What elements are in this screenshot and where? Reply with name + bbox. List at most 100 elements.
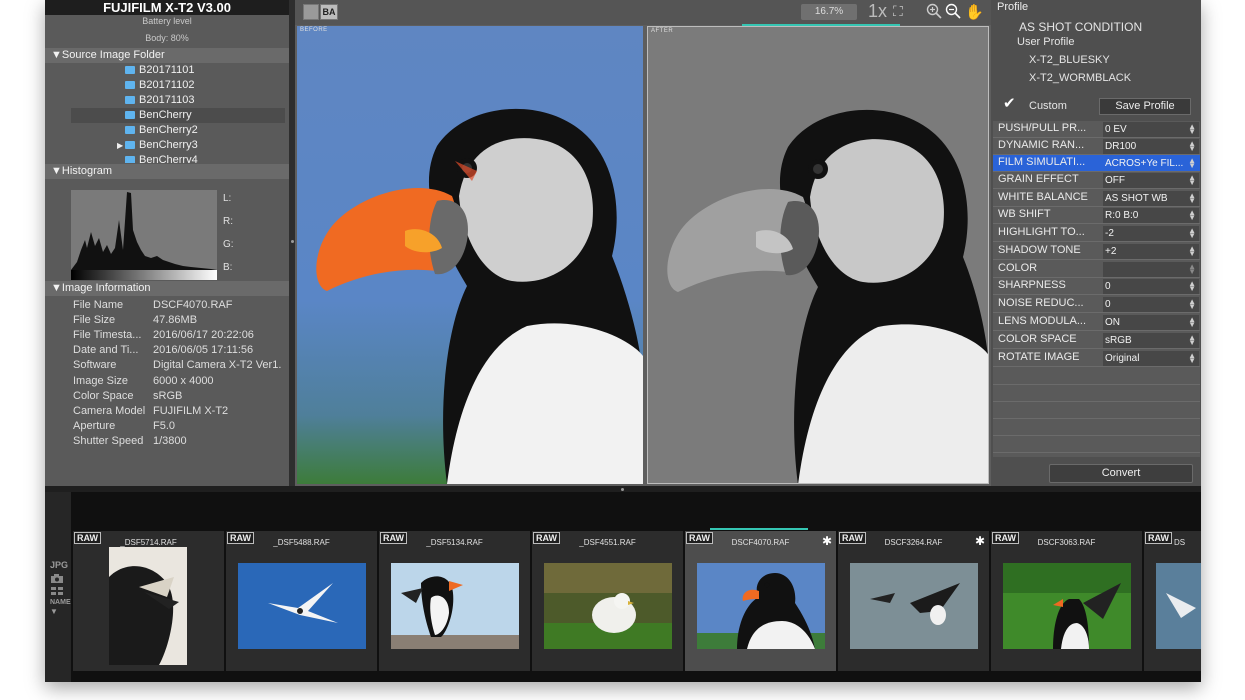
histogram-header[interactable]: ▼Histogram	[45, 164, 289, 179]
as-shot-condition[interactable]: AS SHOT CONDITION	[1019, 20, 1142, 34]
param-white-balance[interactable]: WHITE BALANCE AS SHOT WB ▲ ▼	[993, 190, 1200, 207]
info-row: File Name DSCF4070.RAF	[73, 299, 233, 311]
param-empty-row	[993, 385, 1200, 402]
param-empty-row	[993, 419, 1200, 436]
thumbnail[interactable]: RAW DSCF3264.RAF ✱	[838, 531, 989, 671]
param-shadow-tone[interactable]: SHADOW TONE +2 ▲ ▼	[993, 243, 1200, 260]
thumbnail-image	[544, 563, 672, 649]
stepper-arrows-icon: ▲ ▼	[1188, 279, 1196, 293]
folder-item[interactable]: B20171103	[125, 93, 194, 108]
thumbnail[interactable]: RAW _DSF5488.RAF	[226, 531, 377, 671]
param-push-pull[interactable]: PUSH/PULL PR... 0 EV ▲ ▼	[993, 121, 1200, 138]
param-noise-reduction[interactable]: NOISE REDUC... 0 ▲ ▼	[993, 296, 1200, 313]
thumbnail-selected[interactable]: RAW DSCF4070.RAF ✱	[685, 528, 836, 671]
profile-title: Profile	[997, 1, 1029, 13]
stepper-arrows-icon: ▲ ▼	[1188, 226, 1196, 240]
profile-item[interactable]: X-T2_BLUESKY	[1029, 54, 1110, 66]
info-row: File Timesta... 2016/06/17 20:22:06	[73, 329, 254, 341]
hand-tool-icon[interactable]: ✋	[965, 3, 984, 21]
after-label: AFTER	[651, 28, 674, 34]
expand-triangle-icon[interactable]: ▶	[117, 141, 123, 150]
thumbnail[interactable]: RAW _DSF5714.RAF	[73, 531, 224, 671]
info-row: Shutter Speed 1/3800	[73, 435, 187, 447]
folder-icon	[125, 156, 135, 163]
thumbnail-image	[109, 547, 187, 665]
stepper-arrows-icon: ▲ ▼	[1188, 333, 1196, 347]
fit-screen-icon[interactable]: ⛶	[893, 3, 903, 20]
edited-star-icon: ✱	[974, 534, 985, 548]
folder-icon	[125, 126, 135, 134]
folder-list: B20171101 B20171102 B20171103 BenCherry …	[45, 63, 289, 163]
battery-body: Body: 80%	[145, 33, 189, 43]
stepper-arrows-icon: ▲ ▼	[1188, 208, 1196, 222]
sort-by-name-label[interactable]: NAME	[50, 599, 71, 606]
zoom-in-icon[interactable]	[926, 3, 942, 22]
param-grain-effect[interactable]: GRAIN EFFECT OFF ▲ ▼	[993, 172, 1200, 189]
param-highlight-tone[interactable]: HIGHLIGHT TO... -2 ▲ ▼	[993, 225, 1200, 242]
thumbnail-filename: _DSF5488.RAF	[273, 538, 330, 547]
histogram-label-g: G:	[223, 239, 234, 250]
edited-star-icon: ✱	[821, 534, 832, 548]
thumbnail-filename: DSCF3063.RAF	[1037, 538, 1096, 547]
stepper-arrows-icon: ▲ ▼	[1188, 262, 1196, 276]
profile-item[interactable]: X-T2_WORMBLACK	[1029, 72, 1131, 84]
stepper-arrows-icon: ▲ ▼	[1188, 315, 1196, 329]
zoom-1x-button[interactable]: 1x	[868, 1, 887, 22]
folder-item-selected[interactable]: BenCherry	[125, 108, 192, 123]
grid-view-icon[interactable]	[50, 587, 64, 597]
before-after-button[interactable]: BA	[320, 4, 338, 20]
thumbnail-filename: DS	[1174, 538, 1186, 547]
after-image: AFTER	[647, 26, 989, 484]
folder-icon	[125, 111, 135, 119]
zoom-field[interactable]: 16.7%	[801, 4, 857, 20]
histogram-label-l: L:	[223, 193, 232, 204]
single-view-button[interactable]	[303, 4, 319, 20]
folder-item[interactable]: BenCherry3	[125, 138, 198, 153]
thumbnail[interactable]: RAW _DSF4551.RAF	[532, 531, 683, 671]
stepper-arrows-icon: ▲ ▼	[1188, 139, 1196, 153]
param-empty-row	[993, 402, 1200, 419]
param-sharpness[interactable]: SHARPNESS 0 ▲ ▼	[993, 278, 1200, 295]
jpg-filter-label[interactable]: JPG	[50, 560, 68, 570]
thumbnail-filename: _DSF5134.RAF	[426, 538, 483, 547]
param-rotate-image[interactable]: ROTATE IMAGE Original ▲ ▼	[993, 350, 1200, 367]
custom-profile[interactable]: Custom	[1029, 100, 1067, 112]
param-color-space[interactable]: COLOR SPACE sRGB ▲ ▼	[993, 332, 1200, 349]
info-row: File Size 47.86MB	[73, 314, 198, 326]
thumbnail-image	[1156, 563, 1201, 649]
image-info-header[interactable]: ▼Image Information	[45, 281, 289, 296]
param-wb-shift[interactable]: WB SHIFT R:0 B:0 ▲ ▼	[993, 207, 1200, 224]
thumbnail-filename: DSCF3264.RAF	[884, 538, 943, 547]
thumbnail-image	[238, 563, 366, 649]
param-film-simulation[interactable]: FILM SIMULATI... ACROS+Ye FIL... ▲ ▼	[993, 155, 1200, 172]
folder-item[interactable]: BenCherry4	[125, 153, 198, 163]
histogram-label-r: R:	[223, 216, 233, 227]
save-profile-button[interactable]: Save Profile	[1099, 98, 1191, 115]
sort-down-icon[interactable]: ▼	[50, 607, 58, 616]
folder-icon	[125, 81, 135, 89]
selected-thumbnail-indicator	[710, 528, 808, 530]
thumbnail[interactable]: RAW DSCF3063.RAF	[991, 531, 1142, 671]
source-folder-header[interactable]: ▼Source Image Folder	[45, 48, 289, 63]
stepper-arrows-icon: ▲ ▼	[1188, 297, 1196, 311]
stepper-arrows-icon: ▲ ▼	[1188, 122, 1196, 136]
camera-icon[interactable]	[50, 574, 64, 586]
thumbnail[interactable]: RAW _DSF5134.RAF	[379, 531, 530, 671]
param-empty-row	[993, 368, 1200, 385]
param-lens-modulation[interactable]: LENS MODULA... ON ▲ ▼	[993, 314, 1200, 331]
info-row: Camera Model FUJIFILM X-T2	[73, 405, 229, 417]
user-profile-label: User Profile	[1017, 36, 1075, 48]
histogram-graph	[71, 190, 217, 280]
stepper-arrows-icon: ▲ ▼	[1188, 351, 1196, 365]
zoom-out-icon[interactable]	[945, 3, 961, 22]
folder-item[interactable]: B20171101	[125, 63, 194, 78]
convert-button[interactable]: Convert	[1049, 464, 1193, 483]
splitter-handle[interactable]	[291, 240, 294, 243]
info-row: Image Size 6000 x 4000	[73, 375, 214, 387]
param-dynamic-range[interactable]: DYNAMIC RAN... DR100 ▲ ▼	[993, 138, 1200, 155]
folder-item[interactable]: BenCherry2	[125, 123, 198, 138]
thumbnail[interactable]: RAW DS	[1144, 531, 1201, 671]
folder-item[interactable]: B20171102	[125, 78, 194, 93]
splitter-handle[interactable]	[621, 488, 624, 491]
param-color[interactable]: COLOR ▲ ▼	[993, 261, 1200, 278]
